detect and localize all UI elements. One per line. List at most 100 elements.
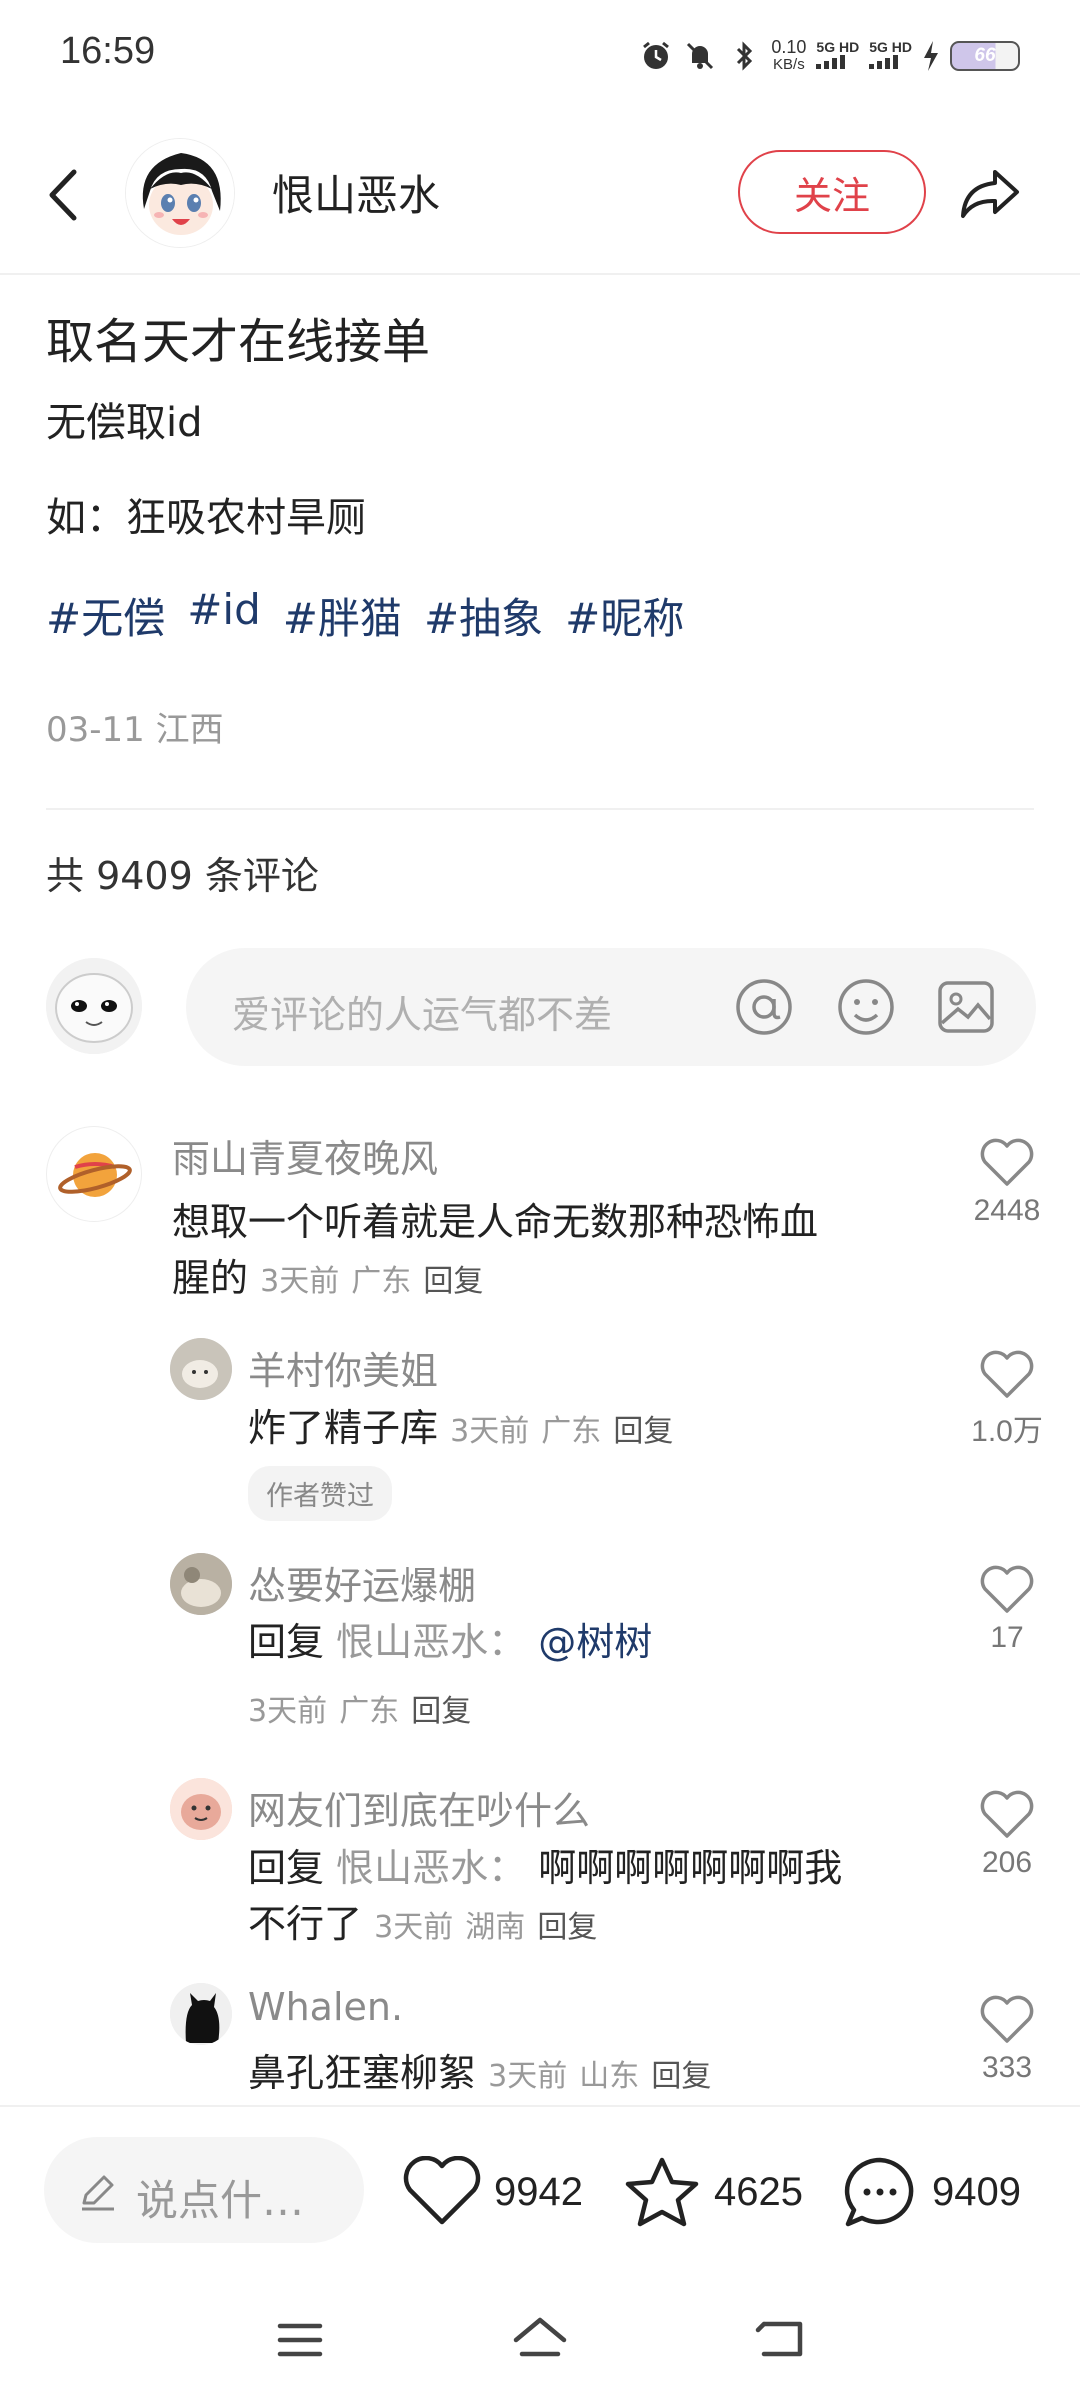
emoji-icon[interactable] xyxy=(834,975,898,1039)
favorite-action[interactable]: 4625 xyxy=(622,2147,803,2237)
comment-location: 湖南 xyxy=(465,1910,526,1945)
like-count: 17 xyxy=(990,1621,1024,1654)
back-nav-icon[interactable] xyxy=(750,2310,810,2370)
comment-avatar[interactable] xyxy=(170,1553,232,1615)
comment-author[interactable]: 雨山青夏夜晚风 xyxy=(172,1128,438,1183)
comment-location: 广东 xyxy=(351,1264,412,1299)
like-count: 1.0万 xyxy=(971,1415,1043,1448)
comment-author[interactable]: 羊村你美姐 xyxy=(248,1340,438,1395)
at-mention-icon[interactable] xyxy=(732,975,796,1039)
reply-target[interactable]: 恨山恶水： xyxy=(336,1620,526,1664)
comment-avatar[interactable] xyxy=(170,1778,232,1840)
meme-face-avatar-icon xyxy=(46,958,142,1054)
comment-time: 3天前 xyxy=(488,2059,568,2094)
status-icons: 0.10 KB/s 5G HD 5G HD 66 xyxy=(639,34,1020,78)
post-header: 恨山恶水 关注 xyxy=(0,110,1080,275)
alarm-icon xyxy=(643,41,670,69)
menu-icon[interactable] xyxy=(270,2310,330,2370)
comment-location: 广东 xyxy=(339,1694,400,1729)
divider xyxy=(46,808,1034,810)
post-text-line: 如：狂吸农村旱厕 xyxy=(46,495,366,541)
follow-button[interactable]: 关注 xyxy=(738,150,926,234)
comment-text: 炸了精子库 3天前 广东 回复 xyxy=(248,1406,674,1450)
reply-button[interactable]: 回复 xyxy=(411,1694,471,1729)
comment-input-placeholder: 爱评论的人运气都不差 xyxy=(232,993,613,1037)
comment-action[interactable]: 9409 xyxy=(840,2147,1021,2237)
comment-author[interactable]: 网友们到底在吵什么 xyxy=(248,1780,590,1835)
reply-button[interactable]: 回复 xyxy=(651,2059,711,2094)
cat-photo-avatar-icon xyxy=(170,1338,232,1400)
comment-text: 鼻孔狂塞柳絮 3天前 山东 回复 xyxy=(248,2051,712,2095)
back-icon[interactable] xyxy=(40,160,84,230)
reply-button[interactable]: 回复 xyxy=(537,1910,597,1945)
comment-time: 3天前 xyxy=(248,1694,328,1729)
reply-button[interactable]: 回复 xyxy=(613,1414,673,1449)
comment-location: 山东 xyxy=(579,2059,640,2094)
post-title: 取名天才在线接单 xyxy=(46,314,431,370)
author-name[interactable]: 恨山恶水 xyxy=(272,162,440,223)
bottom-action-bar: 说点什… 9942 4625 9409 xyxy=(0,2105,1080,2280)
comment-text: 回复 恨山恶水： @树树 xyxy=(248,1620,653,1664)
status-bar: 16:59 0.10 KB/s 5G HD 5G HD 66 xyxy=(0,0,1080,110)
tag-link[interactable]: #无偿 xyxy=(46,585,165,646)
photo-avatar-icon xyxy=(170,1553,232,1615)
mention-link[interactable]: @树树 xyxy=(538,1620,652,1664)
like-count: 2448 xyxy=(973,1194,1041,1227)
comment-avatar[interactable] xyxy=(46,1126,142,1222)
home-icon[interactable] xyxy=(510,2310,570,2370)
share-icon[interactable] xyxy=(955,158,1025,228)
reply-target[interactable]: 恨山恶水： xyxy=(336,1846,526,1890)
bluetooth-icon xyxy=(737,41,753,71)
signal-bars-icon xyxy=(816,55,846,69)
tag-link[interactable]: #昵称 xyxy=(565,585,684,646)
comment-time: 3天前 xyxy=(374,1910,454,1945)
signal-bars-icon xyxy=(869,55,899,69)
tag-link[interactable]: #抽象 xyxy=(424,585,543,646)
post-text-line: 无偿取id xyxy=(46,400,203,446)
comment-total: 9409 xyxy=(932,2169,1021,2214)
heart-icon xyxy=(403,2156,481,2225)
heart-icon xyxy=(980,1138,1034,1186)
author-avatar[interactable] xyxy=(125,138,235,248)
comment-meta: 3天前 广东 回复 xyxy=(248,1680,471,1740)
comment-input[interactable]: 爱评论的人运气都不差 xyxy=(186,948,1036,1066)
comment-time: 3天前 xyxy=(260,1264,340,1299)
post-tags: #无偿 #id #胖猫 #抽象 #昵称 xyxy=(46,585,684,646)
comment-avatar[interactable] xyxy=(170,1338,232,1400)
comment-author[interactable]: Whalen. xyxy=(248,1985,403,2029)
star-icon xyxy=(625,2157,699,2227)
signal-2: 5G HD xyxy=(869,40,912,72)
comment-count: 共 9409 条评论 xyxy=(46,854,319,898)
post-meta: 03-11 江西 xyxy=(46,702,224,751)
black-cat-avatar-icon xyxy=(170,1983,232,2045)
heart-icon xyxy=(980,1350,1034,1398)
like-action[interactable]: 9942 xyxy=(402,2147,583,2237)
comment-like[interactable]: 17 xyxy=(962,1565,1052,1655)
chat-bubble-icon xyxy=(844,2157,914,2227)
heart-icon xyxy=(980,1995,1034,2043)
cartoon-face-avatar-icon xyxy=(170,1778,232,1840)
comment-entry-button[interactable]: 说点什… xyxy=(44,2137,364,2243)
comment-like[interactable]: 1.0万 xyxy=(962,1350,1052,1450)
planet-avatar-icon xyxy=(58,1153,132,1197)
tag-link[interactable]: #胖猫 xyxy=(283,585,402,646)
comment-like[interactable]: 2448 xyxy=(962,1138,1052,1228)
comment-avatar[interactable] xyxy=(170,1983,232,2045)
favorite-total: 4625 xyxy=(714,2169,803,2214)
comment-time: 3天前 xyxy=(450,1414,530,1449)
battery-indicator: 66 xyxy=(950,41,1020,71)
image-icon[interactable] xyxy=(934,975,998,1039)
system-nav-bar xyxy=(0,2280,1080,2400)
reply-button[interactable]: 回复 xyxy=(423,1264,483,1299)
comment-like[interactable]: 333 xyxy=(962,1995,1052,2085)
comment-like[interactable]: 206 xyxy=(962,1790,1052,1880)
tag-link[interactable]: #id xyxy=(187,585,261,646)
post-date: 03-11 xyxy=(46,710,145,750)
comment-text: 想取一个听着就是人命无数那种恐怖血 腥的 3天前 广东 回复 xyxy=(172,1200,819,1300)
author-liked-badge: 作者赞过 xyxy=(248,1466,392,1521)
comment-text: 回复 恨山恶水： 啊啊啊啊啊啊啊我 不行了 3天前 湖南 回复 xyxy=(248,1846,843,1946)
mute-bell-icon xyxy=(687,42,714,70)
status-time: 16:59 xyxy=(60,30,156,72)
comment-author[interactable]: 怂要好运爆棚 xyxy=(248,1555,476,1610)
comment-entry-placeholder: 说点什… xyxy=(136,2176,305,2225)
